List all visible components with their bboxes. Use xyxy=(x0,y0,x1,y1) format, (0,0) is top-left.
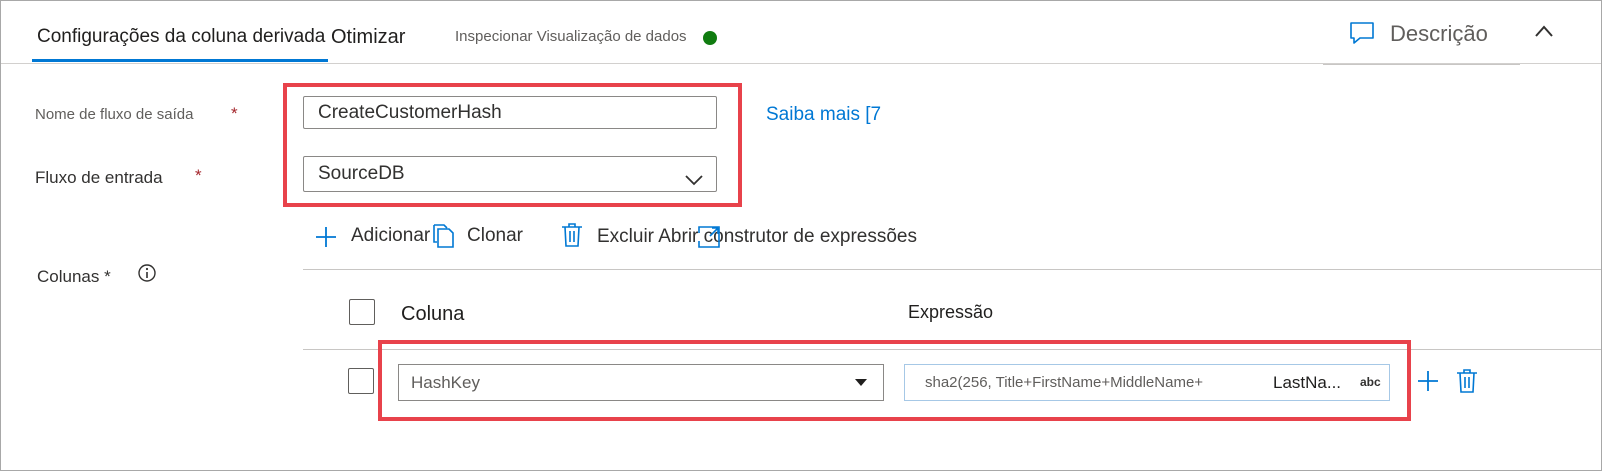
input-stream-label: Fluxo de entrada xyxy=(35,168,163,187)
comment-icon xyxy=(1349,20,1375,51)
column-header: Coluna xyxy=(401,303,465,325)
learn-more-link[interactable]: Saiba mais [7 xyxy=(766,104,881,126)
chevron-up-icon[interactable] xyxy=(1534,24,1554,43)
required-mark: * xyxy=(195,166,202,185)
active-tab-indicator xyxy=(32,59,328,62)
status-dot-icon xyxy=(703,31,717,45)
clone-button[interactable]: Clonar xyxy=(467,225,523,247)
add-icon xyxy=(314,225,338,254)
tab-derived-column-settings[interactable]: Configurações da coluna derivada xyxy=(37,26,325,48)
required-mark: * xyxy=(231,104,238,123)
tab-optimize[interactable]: Otimizar xyxy=(331,26,405,49)
output-stream-label: Nome de fluxo de saída xyxy=(35,106,194,123)
columns-label: Colunas * xyxy=(37,267,111,286)
trash-icon xyxy=(561,222,583,253)
add-button[interactable]: Adicionar xyxy=(351,225,430,247)
row-checkbox[interactable] xyxy=(348,368,374,394)
highlight-box-column-row xyxy=(378,340,1411,421)
expression-builder-icon[interactable] xyxy=(697,225,721,254)
expression-header: Expressão xyxy=(908,302,994,322)
toolbar-divider xyxy=(303,269,1601,270)
delete-button[interactable]: Excluir Abrir construtor de expressões xyxy=(597,226,917,248)
header-divider xyxy=(1,63,1601,64)
copy-icon xyxy=(431,223,455,254)
highlight-box-stream-fields xyxy=(283,83,742,207)
delete-row-icon[interactable] xyxy=(1456,368,1478,399)
select-all-checkbox[interactable] xyxy=(349,299,375,325)
add-row-icon[interactable] xyxy=(1416,369,1440,398)
delete-label: Excluir xyxy=(597,226,655,247)
description-label: Descrição xyxy=(1390,21,1488,46)
tab-inspect-data-preview[interactable]: Inspecionar Visualização de dados xyxy=(455,28,687,45)
info-icon[interactable] xyxy=(137,263,157,288)
